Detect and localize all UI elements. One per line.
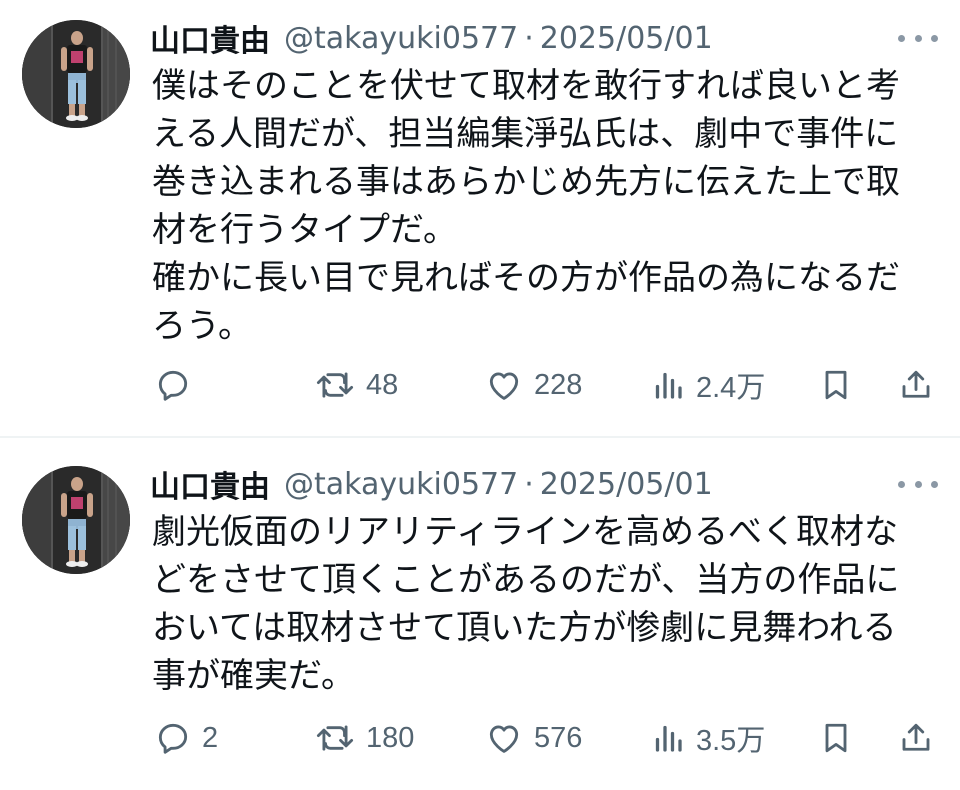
like-button[interactable]: 228	[484, 361, 582, 409]
text-line: 材を行うタイプだ。	[152, 210, 457, 250]
reply-button[interactable]: 2	[154, 714, 218, 762]
author-handle[interactable]: @takayuki0577	[284, 467, 518, 502]
text-line: 劇光仮面のリアリティラインを高めるべく取材な	[152, 512, 898, 552]
text-line: 確かに長い目で見ればその方が作品の為になるだ	[152, 258, 900, 298]
views-count: 2.4万	[696, 372, 766, 404]
share-icon	[902, 723, 930, 751]
retweet-icon	[316, 725, 354, 751]
text-line: どをさせて頂くことがあるのだが、当方の作品に	[152, 560, 900, 600]
action-bar: 48 228 2.4万	[150, 361, 940, 409]
reply-button[interactable]	[154, 361, 202, 409]
separator: ·	[524, 20, 534, 56]
more-icon[interactable]	[898, 28, 938, 48]
views-button[interactable]: 3.5万	[650, 714, 765, 762]
like-count: 576	[534, 721, 583, 754]
action-bar: 2 180 576 3.5万	[150, 714, 940, 762]
tweet[interactable]: 山口貴由 @takayuki0577 · 2025/05/01 劇光仮面のリアリ…	[0, 446, 960, 790]
timestamp[interactable]: 2025/05/01	[540, 21, 713, 56]
like-count: 228	[534, 368, 583, 401]
text-line: える人間だが、担当編集淨弘氏は、劇中で事件に	[152, 114, 899, 154]
views-icon	[655, 725, 682, 752]
text-line: 巻き込まれる事はあらかじめ先方に伝えた上で取	[152, 162, 900, 202]
avatar[interactable]	[22, 466, 130, 574]
share-button[interactable]	[898, 714, 934, 762]
text-line: ろう。	[152, 306, 252, 346]
text-line: おいては取材させて頂いた方が惨劇に見舞われる	[152, 608, 897, 648]
timestamp[interactable]: 2025/05/01	[540, 467, 713, 502]
retweet-button[interactable]: 180	[314, 714, 414, 762]
text-line: 事が確実だ。	[152, 656, 355, 696]
reply-icon	[158, 723, 188, 754]
views-button[interactable]: 2.4万	[650, 361, 765, 409]
bookmark-button[interactable]	[818, 361, 854, 409]
bookmark-icon	[825, 370, 847, 400]
text-line: 僕はそのことを伏せて取材を敢行すれば良いと考	[152, 66, 900, 106]
bookmark-button[interactable]	[818, 714, 854, 762]
retweet-count: 48	[366, 368, 399, 401]
avatar[interactable]	[22, 20, 130, 128]
tweet-divider	[0, 436, 960, 438]
author-handle[interactable]: @takayuki0577	[284, 21, 518, 56]
like-icon	[489, 372, 519, 400]
bookmark-icon	[825, 723, 847, 753]
like-button[interactable]: 576	[484, 714, 582, 762]
reply-count: 2	[202, 721, 219, 754]
author-name[interactable]: 山口貴由	[150, 462, 270, 506]
tweet-header: 山口貴由 @takayuki0577 · 2025/05/01	[150, 462, 713, 506]
views-count: 3.5万	[696, 725, 766, 757]
author-name[interactable]: 山口貴由	[150, 16, 270, 60]
tweet-header: 山口貴由 @takayuki0577 · 2025/05/01	[150, 16, 713, 60]
retweet-icon	[316, 372, 354, 398]
retweet-count: 180	[366, 721, 415, 754]
like-icon	[489, 725, 519, 753]
tweet-text: 劇光仮面のリアリティラインを高めるべく取材な どをさせて頂くことがあるのだが、当…	[152, 508, 942, 700]
share-icon	[902, 370, 930, 398]
reply-icon	[158, 370, 188, 401]
tweet[interactable]: 山口貴由 @takayuki0577 · 2025/05/01 僕はそのことを伏…	[0, 0, 960, 436]
retweet-button[interactable]: 48	[314, 361, 398, 409]
more-icon[interactable]	[898, 474, 938, 494]
views-icon	[655, 372, 682, 399]
separator: ·	[524, 466, 534, 502]
share-button[interactable]	[898, 361, 934, 409]
tweet-text: 僕はそのことを伏せて取材を敢行すれば良いと考 える人間だが、担当編集淨弘氏は、劇…	[152, 62, 942, 350]
